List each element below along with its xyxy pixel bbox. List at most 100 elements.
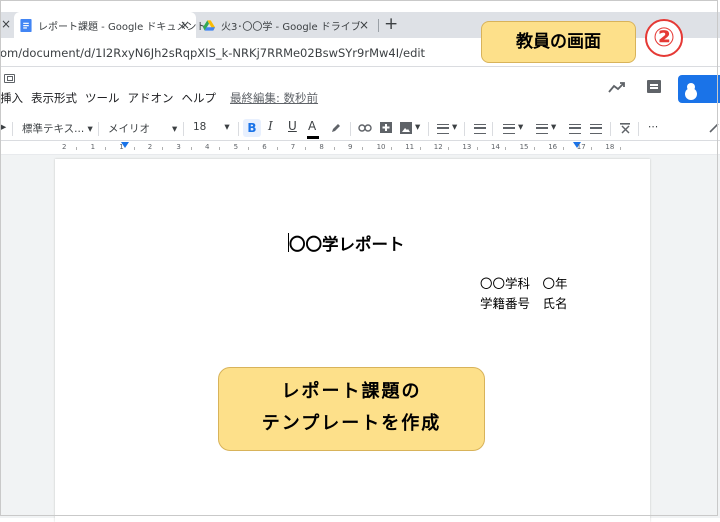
ruler-number: 10: [376, 143, 386, 151]
ruler-tick: [333, 147, 335, 150]
highlight-pen-icon[interactable]: [330, 122, 342, 134]
ruler-tick: [419, 147, 421, 150]
ruler-number: 1: [119, 143, 124, 151]
ruler[interactable]: 2 1 1 2 3 4 5 6 7 8 9 10 11 12 13 14 15 16 17 18: [0, 142, 720, 155]
toolbar-divider: [183, 122, 184, 136]
numbered-list-icon[interactable]: [503, 124, 515, 134]
increase-indent-icon[interactable]: [590, 124, 602, 134]
instruction-line-2: テンプレートを作成: [261, 413, 442, 434]
toolbar-divider: [492, 122, 493, 136]
ruler-tick: [448, 147, 450, 150]
ruler-tick: [276, 147, 278, 150]
ruler-tick: [619, 147, 621, 150]
toolbar-divider: [98, 122, 99, 136]
menu-insert[interactable]: 挿入: [0, 90, 23, 110]
font-size-value: 18: [193, 121, 207, 133]
comment-history-icon[interactable]: [647, 80, 661, 93]
more-options-icon[interactable]: ⋯: [648, 121, 659, 133]
toolbar-divider: [638, 122, 639, 136]
decrease-indent-icon[interactable]: [569, 124, 581, 134]
add-comment-icon[interactable]: [380, 122, 392, 134]
document-class-line[interactable]: 〇〇学科 〇年: [480, 273, 568, 292]
menu-format[interactable]: 表示形式: [31, 90, 77, 110]
font-select[interactable]: メイリオ ▾: [108, 121, 177, 136]
toolbar-divider: [464, 122, 465, 136]
ruler-number: 15: [519, 143, 529, 151]
ruler-number: 5: [233, 143, 239, 151]
ruler-number: 11: [405, 143, 415, 151]
image-options-dropdown-icon[interactable]: ▾: [415, 121, 420, 133]
tab-google-docs[interactable]: レポート課題 - Google ドキュメント ×: [14, 12, 206, 38]
toolbar-divider: [428, 122, 429, 136]
link-icon[interactable]: [358, 123, 372, 133]
tab-google-drive[interactable]: 火3･〇〇学 - Google ドライブ ×: [197, 12, 379, 38]
ruler-tick: [591, 147, 593, 150]
toolbar-divider: [238, 122, 239, 136]
ruler-tick: [162, 147, 164, 150]
numbered-list-dropdown-icon[interactable]: ▾: [518, 121, 523, 133]
ruler-number: 8: [319, 143, 324, 151]
document-title[interactable]: 〇〇学レポート: [289, 231, 405, 255]
new-tab-button[interactable]: +: [384, 14, 398, 34]
ruler-tick: [390, 147, 392, 150]
menu-help[interactable]: ヘルプ: [182, 90, 217, 110]
bulleted-list-dropdown-icon[interactable]: ▾: [551, 121, 556, 133]
share-button[interactable]: [678, 75, 720, 103]
ruler-tick: [562, 147, 564, 150]
tab-close-icon[interactable]: ×: [180, 18, 190, 32]
font-size-select[interactable]: 18 ▾: [193, 121, 230, 133]
ruler-tick: [190, 147, 192, 150]
toolbar-divider: [12, 122, 13, 136]
ruler-tick: [133, 147, 135, 150]
activity-trend-icon[interactable]: [607, 80, 627, 94]
italic-button[interactable]: I: [268, 119, 273, 133]
ruler-number: 3: [176, 143, 181, 151]
underline-button[interactable]: U: [288, 119, 297, 133]
instruction-callout: レポート課題の テンプレートを作成: [218, 367, 485, 451]
menu-addons[interactable]: アドオン: [128, 90, 174, 110]
ruler-number: 14: [491, 143, 500, 151]
bulleted-list-icon[interactable]: [536, 124, 548, 134]
clear-formatting-icon[interactable]: [619, 122, 631, 134]
ruler-number: 16: [548, 143, 558, 151]
ruler-tick: [76, 147, 78, 150]
previous-tab-close-icon[interactable]: ×: [1, 17, 11, 31]
google-docs-icon: [20, 18, 32, 32]
style-select-label: 標準テキス...: [22, 123, 85, 135]
font-select-label: メイリオ: [108, 123, 150, 135]
editing-mode-pen-icon[interactable]: [708, 122, 720, 134]
style-select[interactable]: 標準テキス... ▾: [22, 121, 93, 136]
document-student-line[interactable]: 学籍番号 氏名: [480, 293, 568, 312]
ruler-number: 17: [576, 143, 586, 151]
move-to-folder-icon[interactable]: [4, 74, 15, 83]
instruction-line-1: レポート課題の: [281, 381, 422, 402]
menu-bar: 挿入 表示形式 ツール アドオン ヘルプ 最終編集: 数秒前: [0, 90, 326, 110]
align-dropdown-icon[interactable]: ▾: [452, 121, 457, 133]
ruler-number: 2: [147, 143, 153, 151]
ruler-number: 7: [290, 143, 296, 151]
ruler-number: 13: [462, 143, 472, 151]
ruler-number: 9: [348, 143, 353, 151]
step-number-badge: ②: [645, 19, 683, 57]
ruler-number: 12: [433, 143, 443, 151]
line-spacing-icon[interactable]: [474, 124, 486, 134]
insert-image-icon[interactable]: [400, 122, 412, 134]
document-page[interactable]: 〇〇学レポート 〇〇学科 〇年 学籍番号 氏名: [55, 159, 650, 522]
url-text[interactable]: om/document/d/1I2RxyN6Jh2sRqpXIS_k-NRKj7…: [0, 46, 425, 60]
bold-button[interactable]: B: [243, 119, 261, 137]
align-icon[interactable]: [437, 124, 449, 134]
toolbar-arrow-icon[interactable]: ▸: [1, 121, 6, 133]
ruler-number: 2: [62, 143, 67, 151]
menu-tools[interactable]: ツール: [85, 90, 120, 110]
ruler-tick: [505, 147, 507, 150]
tab-title: 火3･〇〇学 - Google ドライブ: [221, 21, 361, 33]
ruler-number: 4: [205, 143, 210, 151]
toolbar-divider: [350, 122, 351, 136]
ruler-tick: [104, 147, 106, 150]
ruler-tick: [247, 147, 249, 150]
ruler-tick: [533, 147, 535, 150]
tab-close-icon[interactable]: ×: [359, 18, 369, 32]
teacher-screen-label: 教員の画面: [481, 21, 636, 63]
last-edit-link[interactable]: 最終編集: 数秒前: [230, 90, 318, 110]
text-color-button[interactable]: A: [306, 119, 320, 139]
